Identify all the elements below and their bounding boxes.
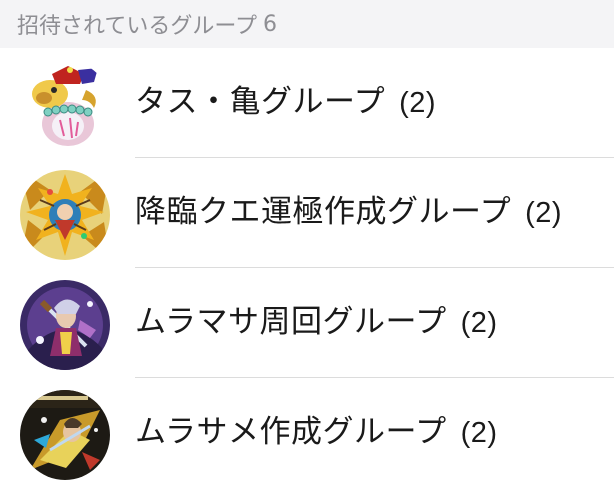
group-name: 降臨クエ運極作成グループ (2) (135, 186, 562, 231)
warrior-character-avatar-icon (20, 390, 110, 480)
group-list: タス・亀グループ (2) 降臨クエ運極作成グループ (2) ムラマサ周回グループ… (0, 48, 614, 488)
group-row[interactable]: ムラサメ作成グループ (2) (0, 378, 614, 488)
group-member-count: (2) (525, 197, 563, 229)
group-row[interactable]: タス・亀グループ (2) (0, 48, 614, 158)
golden-dragon-character-avatar-icon (20, 170, 110, 260)
group-name: ムラマサ周回グループ (2) (135, 296, 498, 341)
group-name-label: ムラマサ周回グループ (135, 304, 447, 340)
group-name-label: タス・亀グループ (135, 84, 386, 120)
group-member-count: (2) (399, 87, 437, 119)
group-row[interactable]: ムラマサ周回グループ (2) (0, 268, 614, 378)
group-name-label: 降臨クエ運極作成グループ (135, 194, 512, 230)
samurai-character-avatar-icon (20, 280, 110, 370)
group-member-count: (2) (460, 307, 498, 339)
group-name-label: ムラサメ作成グループ (135, 414, 447, 450)
turtle-character-avatar-icon (20, 60, 110, 150)
group-name: ムラサメ作成グループ (2) (135, 406, 498, 451)
invited-groups-section-header: 招待されているグループ 6 (0, 0, 614, 48)
section-header-count: 6 (263, 11, 278, 37)
group-row[interactable]: 降臨クエ運極作成グループ (2) (0, 158, 614, 268)
group-member-count: (2) (460, 417, 498, 449)
section-header-title: 招待されているグループ (17, 14, 258, 39)
group-name: タス・亀グループ (2) (135, 76, 436, 121)
